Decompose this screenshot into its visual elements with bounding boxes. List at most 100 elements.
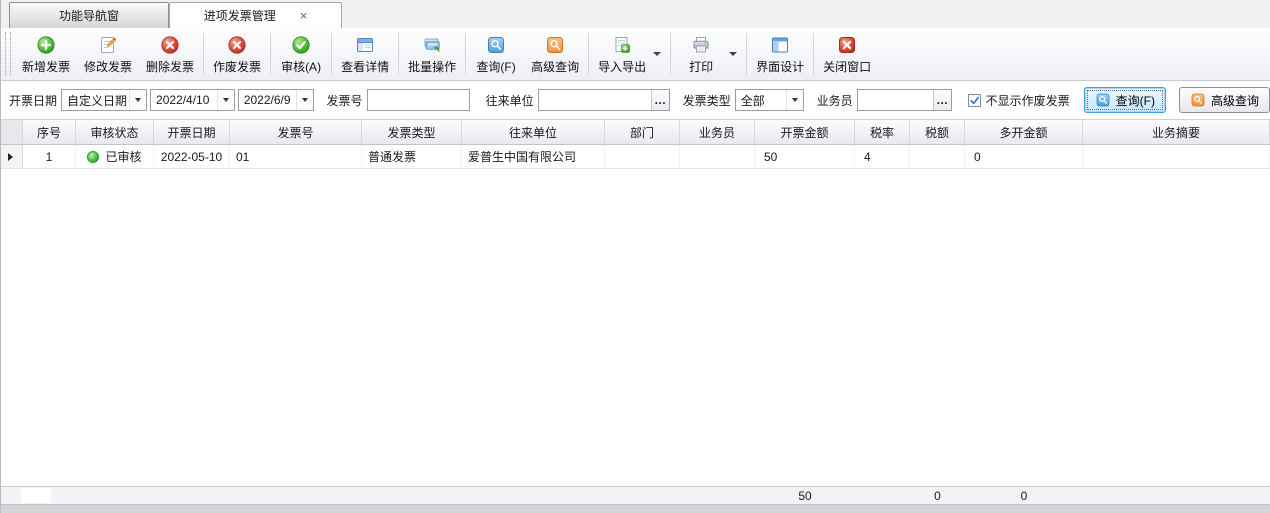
date-to-caret-icon[interactable] [296,90,313,110]
date-mode-caret-icon[interactable] [129,90,146,110]
view-details-icon [355,35,375,55]
advanced-query-icon [545,35,565,55]
invoice-type-value: 全部 [736,92,786,109]
close-window-icon [837,35,857,55]
filter-query-button[interactable]: 查询(F) [1084,87,1166,113]
date-to-value: 2022/6/9 [239,93,296,107]
cell-salesman [680,145,755,168]
toolbar-separator [203,33,204,75]
col-header-extra-amount[interactable]: 多开金额 [965,120,1083,144]
invoice-management-window: 功能导航窗 进项发票管理 × 新增发票 修改发票 删除发票 作废发票 [0,0,1270,513]
cell-seq: 1 [23,145,76,168]
edit-invoice-button[interactable]: 修改发票 [77,32,139,77]
invoice-table-row[interactable]: 1 已审核 2022-05-10 01 普通发票 爱普生中国有限公司 50 4 … [1,145,1270,169]
add-invoice-icon [36,35,56,55]
advanced-query-button[interactable]: 高级查询 [524,32,586,77]
print-button[interactable]: 打印 [673,32,729,77]
toolbar-grip-handle[interactable] [5,32,11,76]
toolbar-separator [465,33,466,75]
tab-input-invoice-management[interactable]: 进项发票管理 × [169,2,342,28]
salesman-field-wrap: … [857,89,952,111]
partner-input[interactable] [539,90,651,110]
cell-audit-status-text: 已审核 [105,148,141,165]
close-window-button[interactable]: 关闭窗口 [816,32,878,77]
cell-invoice-type: 普通发票 [362,145,462,168]
edit-invoice-icon [98,35,118,55]
view-details-label: 查看详情 [341,58,389,75]
invoice-no-input[interactable] [368,90,469,110]
add-invoice-button[interactable]: 新增发票 [15,32,77,77]
cell-tax-rate: 4 [855,145,910,168]
advanced-query-label: 高级查询 [531,58,579,75]
cell-tax-amount [910,145,965,168]
cell-amount: 50 [755,145,855,168]
filter-query-label: 查询(F) [1116,92,1155,109]
total-tax-amount: 0 [910,487,965,504]
partner-label: 往来单位 [486,92,534,109]
filter-query-icon [1095,92,1111,108]
invoice-grid: 序号 审核状态 开票日期 发票号 发票类型 往来单位 部门 业务员 开票金额 税… [1,120,1270,513]
query-button[interactable]: 查询(F) [468,32,524,77]
toolbar-separator [398,33,399,75]
salesman-lookup-ellipsis-icon[interactable]: … [933,90,951,110]
import-export-icon [612,35,632,55]
grid-totals-row: 50 0 0 [1,486,1270,504]
date-from-select[interactable]: 2022/4/10 [150,89,235,111]
view-details-button[interactable]: 查看详情 [334,32,396,77]
total-extra-amount: 0 [965,487,1083,504]
salesman-input[interactable] [858,90,933,110]
tab-function-navigation-label: 功能导航窗 [59,7,119,24]
filter-advanced-query-button[interactable]: 高级查询 [1179,87,1270,113]
date-mode-select[interactable]: 自定义日期 [61,89,147,111]
toolbar-separator [331,33,332,75]
cell-summary [1083,145,1270,168]
tab-function-navigation[interactable]: 功能导航窗 [9,2,169,28]
hide-void-checkbox[interactable] [968,94,981,107]
invoice-type-select[interactable]: 全部 [735,89,804,111]
grid-empty-area[interactable] [1,169,1270,486]
import-export-button[interactable]: 导入导出 [591,32,653,77]
void-invoice-button[interactable]: 作废发票 [206,32,268,77]
current-row-arrow-icon [8,153,13,161]
cell-partner: 爱普生中国有限公司 [462,145,605,168]
toolbar-separator [270,33,271,75]
col-header-salesman[interactable]: 业务员 [680,120,755,144]
totals-corner-cell [21,488,51,503]
col-header-tax-amount[interactable]: 税额 [910,120,965,144]
cell-audit-status: 已审核 [76,145,154,168]
col-header-summary[interactable]: 业务摘要 [1083,120,1270,144]
audit-label: 审核(A) [281,58,321,75]
col-header-audit-status[interactable]: 审核状态 [76,120,154,144]
close-window-label: 关闭窗口 [823,58,871,75]
col-header-amount[interactable]: 开票金额 [755,120,855,144]
filter-bar: 开票日期 自定义日期 2022/4/10 2022/6/9 发票号 往来单位 …… [1,81,1270,120]
tab-close-icon[interactable]: × [300,9,308,22]
ui-design-button[interactable]: 界面设计 [749,32,811,77]
hide-void-checkbox-group: 不显示作废发票 [968,92,1070,109]
grid-header-row: 序号 审核状态 开票日期 发票号 发票类型 往来单位 部门 业务员 开票金额 税… [1,120,1270,145]
batch-operations-button[interactable]: 批量操作 [401,32,463,77]
col-header-tax-rate[interactable]: 税率 [855,120,910,144]
audit-icon [291,35,311,55]
col-header-department[interactable]: 部门 [605,120,680,144]
date-to-select[interactable]: 2022/6/9 [238,89,314,111]
col-header-seq[interactable]: 序号 [23,120,76,144]
date-from-value: 2022/4/10 [151,93,217,107]
delete-invoice-button[interactable]: 删除发票 [139,32,201,77]
col-header-invoice-no[interactable]: 发票号 [230,120,362,144]
invoice-date-label: 开票日期 [9,92,57,109]
partner-lookup-ellipsis-icon[interactable]: … [651,90,669,110]
col-header-invoice-date[interactable]: 开票日期 [154,120,230,144]
audit-button[interactable]: 审核(A) [273,32,329,77]
query-icon [486,35,506,55]
date-from-caret-icon[interactable] [217,90,234,110]
import-export-dropdown-caret[interactable] [653,52,661,56]
horizontal-scrollbar-track[interactable] [1,504,1270,513]
col-header-invoice-type[interactable]: 发票类型 [362,120,462,144]
tab-bar: 功能导航窗 进项发票管理 × [1,0,1270,28]
invoice-type-caret-icon[interactable] [786,90,803,110]
print-dropdown-caret[interactable] [729,52,737,56]
cell-invoice-no: 01 [230,145,362,168]
salesman-label: 业务员 [817,92,853,109]
col-header-partner[interactable]: 往来单位 [462,120,605,144]
